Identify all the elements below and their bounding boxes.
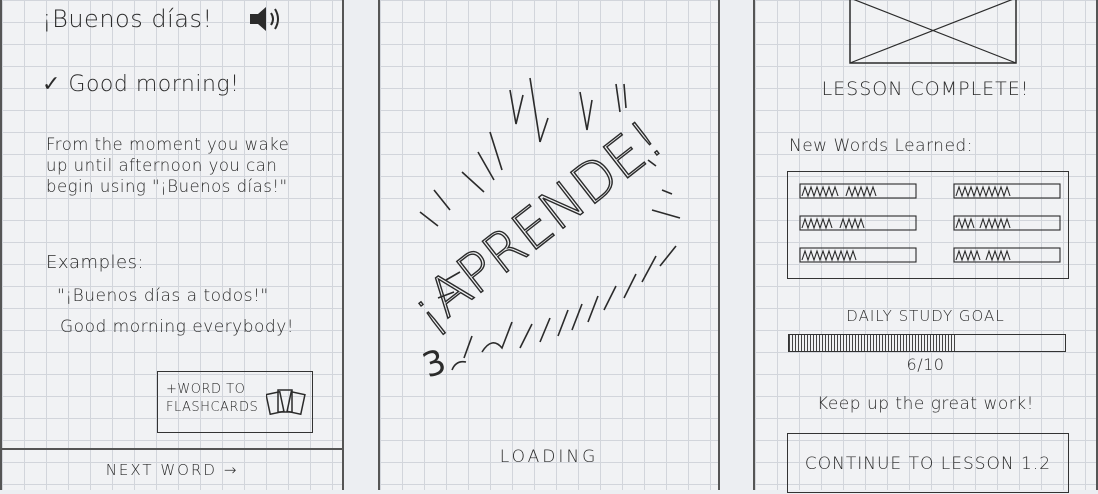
flashcards-button-label: +WORD TO FLASHCARDS [166, 382, 259, 415]
daily-goal-count: 6/10 [906, 355, 945, 374]
daily-goal-title: DAILY STUDY GOAL [846, 307, 1005, 325]
translation-text: ✓ Good morning! [42, 72, 240, 97]
spanish-phrase: ¡Buenos días! [42, 5, 213, 33]
new-words-label: New Words Learned: [789, 136, 973, 156]
splash-art: ¡APRENDE! 3 [398, 77, 681, 386]
loading-screen: ¡APRENDE! 3 LOADING [378, 0, 720, 490]
lesson-word-screen: ¡Buenos días! ✓ Good morning! From the m… [0, 0, 344, 490]
splash-title: ¡APRENDE! [399, 108, 675, 343]
continue-lesson-button[interactable]: CONTINUE TO LESSON 1.2 [787, 433, 1069, 493]
lesson-complete-title: LESSON COMPLETE! [821, 78, 1030, 100]
svg-text:3: 3 [417, 341, 451, 386]
lesson-complete-screen: LESSON COMPLETE! New Words Learned: DAIL… [753, 0, 1098, 493]
usage-explanation: From the moment you wake up until aftern… [46, 135, 290, 196]
example-spanish: "¡Buenos días a todos!" [57, 286, 269, 306]
daily-goal-progress-bar [788, 334, 1066, 352]
flashcards-icon [266, 389, 306, 416]
loading-label: LOADING [499, 447, 599, 467]
examples-label: Examples: [46, 252, 145, 273]
daily-goal-progress-fill [789, 335, 955, 351]
encouragement-text: Keep up the great work! [817, 394, 1034, 414]
image-placeholder-icon [849, 0, 1017, 64]
speaker-icon[interactable] [246, 3, 286, 35]
next-word-button[interactable]: NEXT WORD → [2, 461, 342, 479]
divider [2, 448, 342, 450]
scribbled-word-list [799, 183, 1061, 263]
add-to-flashcards-button[interactable]: +WORD TO FLASHCARDS [157, 371, 313, 433]
example-english: Good morning everybody! [60, 317, 295, 337]
new-words-list [787, 171, 1069, 279]
